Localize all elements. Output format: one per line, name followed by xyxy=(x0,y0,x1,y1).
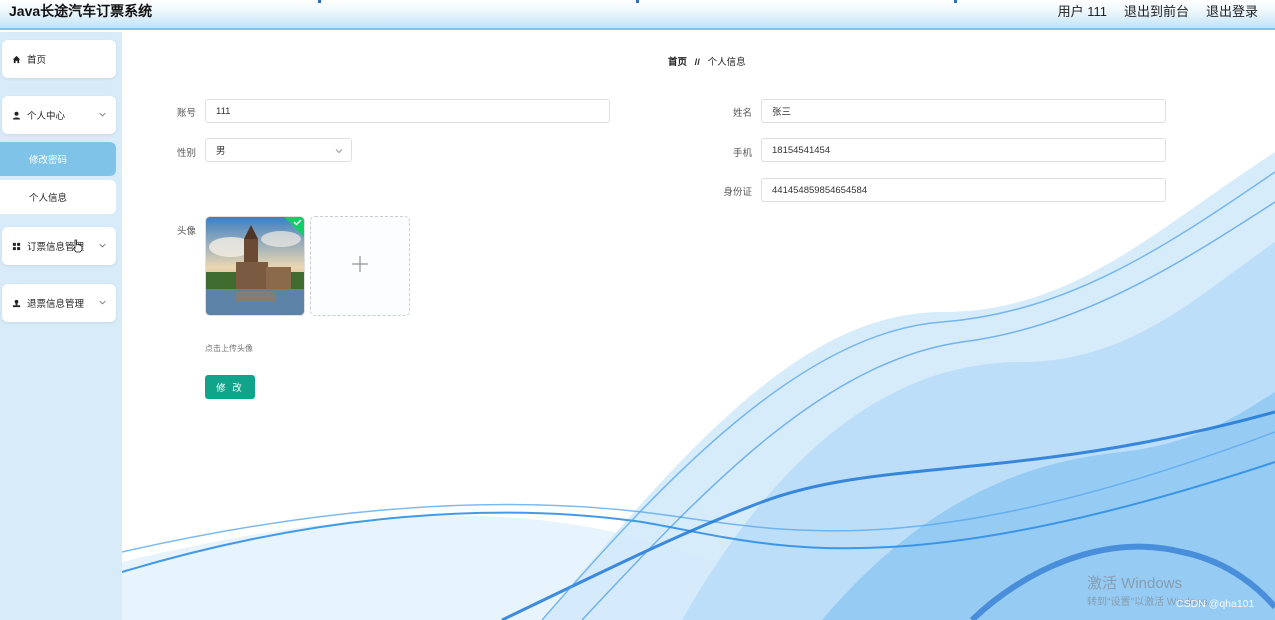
idcard-label: 身份证 xyxy=(723,187,752,198)
sidebar-item-label: 退票信息管理 xyxy=(27,299,85,310)
breadcrumb-home[interactable]: 首页 xyxy=(668,57,687,68)
sidebar-item-label: 首页 xyxy=(27,55,47,66)
sidebar-item-personal-center[interactable]: 个人中心 xyxy=(2,96,116,134)
account-field[interactable]: 111 xyxy=(205,99,610,123)
resize-handle xyxy=(954,0,957,3)
home-icon xyxy=(11,54,21,64)
name-field[interactable]: 张三 xyxy=(761,99,1166,123)
sidebar-subitem-change-password[interactable]: 修改密码 xyxy=(0,142,116,176)
chevron-down-icon xyxy=(98,241,108,251)
chevron-down-icon xyxy=(98,110,108,120)
breadcrumb-current: 个人信息 xyxy=(707,57,746,68)
sidebar-item-booking-management[interactable]: 订票信息管理 xyxy=(2,227,116,265)
gender-label: 性别 xyxy=(176,148,196,159)
success-check-icon xyxy=(284,217,304,242)
phone-field[interactable]: 18154541454 xyxy=(761,138,1166,162)
hand-cursor-icon xyxy=(72,239,83,256)
sidebar-subitem-personal-info[interactable]: 个人信息 xyxy=(0,180,116,214)
app-title: Java长途汽车订票系统 xyxy=(9,3,153,19)
sidebar-item-home[interactable]: 首页 xyxy=(2,40,116,78)
top-header: Java长途汽车订票系统 用户 111 退出到前台 退出登录 xyxy=(0,0,1275,30)
sidebar-subitem-label: 修改密码 xyxy=(29,155,68,166)
plus-icon xyxy=(351,255,369,278)
main-content: 首页 // 个人信息 账号 111 姓名 张三 性别 男 手机 18154541… xyxy=(122,32,1275,620)
upload-avatar-button[interactable] xyxy=(310,216,410,316)
grid-icon xyxy=(11,241,21,251)
chevron-down-icon xyxy=(98,298,108,308)
logout-link[interactable]: 退出登录 xyxy=(1206,1,1258,20)
breadcrumb: 首页 // 个人信息 xyxy=(668,54,746,68)
avatar-label: 头像 xyxy=(176,226,196,237)
current-user-label: 用户 111 xyxy=(1057,4,1107,19)
idcard-field[interactable]: 441454859854654584 xyxy=(761,178,1166,202)
account-label: 账号 xyxy=(176,108,196,119)
sidebar-subitem-label: 个人信息 xyxy=(29,193,68,204)
avatar-image[interactable] xyxy=(205,216,305,316)
gender-select-value: 男 xyxy=(216,146,226,157)
exit-to-front-link[interactable]: 退出到前台 xyxy=(1124,1,1189,20)
upload-hint: 点击上传头像 xyxy=(205,344,253,353)
sidebar-item-refund-management[interactable]: 退票信息管理 xyxy=(2,284,116,322)
header-actions: 用户 111 退出到前台 退出登录 xyxy=(1058,1,1258,20)
name-label: 姓名 xyxy=(732,108,752,119)
gender-select[interactable]: 男 xyxy=(205,138,352,162)
sidebar-item-label: 个人中心 xyxy=(27,111,66,122)
sidebar: 首页 个人中心 修改密码 个人信息 订票信息管理 退票信息管理 xyxy=(0,32,122,620)
chevron-down-icon xyxy=(334,146,344,156)
stamp-icon xyxy=(11,298,21,308)
resize-handle xyxy=(636,0,639,3)
submit-edit-button[interactable]: 修 改 xyxy=(205,375,255,399)
breadcrumb-separator: // xyxy=(694,57,700,68)
phone-label: 手机 xyxy=(732,148,752,159)
windows-activation-watermark: 激活 Windows xyxy=(1087,575,1183,592)
resize-handle xyxy=(318,0,321,3)
csdn-watermark: CSDN @qha101 xyxy=(1176,598,1255,610)
user-icon xyxy=(11,110,21,120)
